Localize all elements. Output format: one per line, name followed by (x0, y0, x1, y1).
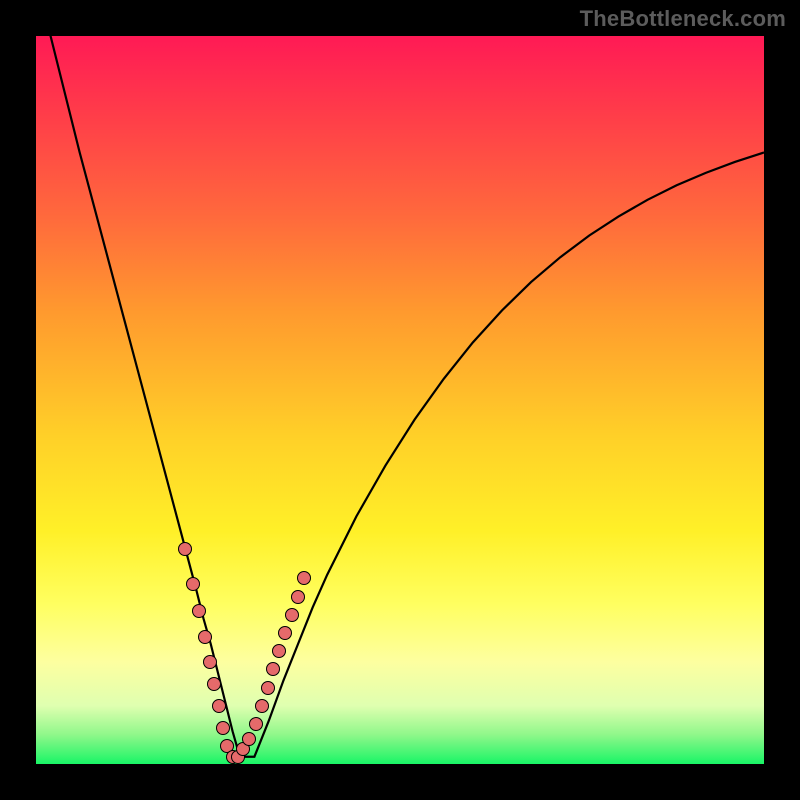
scatter-dot (216, 721, 230, 735)
scatter-layer (36, 36, 764, 764)
scatter-dot (278, 626, 292, 640)
scatter-dot (266, 662, 280, 676)
scatter-dot (192, 604, 206, 618)
scatter-dot (255, 699, 269, 713)
scatter-dot (261, 681, 275, 695)
scatter-dot (272, 644, 286, 658)
scatter-dot (242, 732, 256, 746)
plot-area (36, 36, 764, 764)
chart-stage: TheBottleneck.com (0, 0, 800, 800)
scatter-dot (178, 542, 192, 556)
watermark-label: TheBottleneck.com (580, 6, 786, 32)
scatter-dot (285, 608, 299, 622)
scatter-dot (297, 571, 311, 585)
scatter-dot (212, 699, 226, 713)
scatter-dot (203, 655, 217, 669)
scatter-dot (291, 590, 305, 604)
scatter-dot (249, 717, 263, 731)
scatter-dot (186, 577, 200, 591)
scatter-dot (207, 677, 221, 691)
scatter-dot (198, 630, 212, 644)
